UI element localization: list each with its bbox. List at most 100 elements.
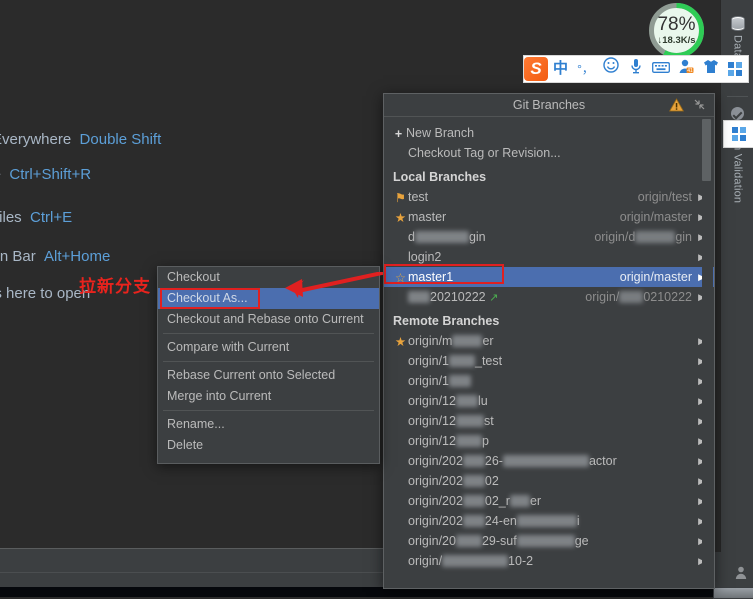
voice-input-icon[interactable]: [623, 56, 648, 82]
star-filled-icon: ★: [394, 335, 407, 349]
tracked-branch: origin/0210222: [585, 290, 692, 304]
user-account-icon: 41: [679, 59, 693, 74]
svg-text:41: 41: [687, 68, 693, 74]
tip-shortcut: Ctrl+E: [30, 209, 73, 226]
redaction-mask: [462, 475, 485, 487]
editor-tip-drop-files: es here to open: [0, 285, 90, 302]
git-branches-list: + New Branch Checkout Tag or Revision... …: [384, 117, 714, 587]
branch-name: origin/1: [408, 371, 471, 391]
popup-scrollbar-thumb[interactable]: [702, 119, 711, 181]
editor-tip-recent-files: Files Ctrl+E: [0, 209, 72, 226]
menu-separator: [163, 333, 374, 334]
branch-name: master: [408, 210, 447, 224]
redaction-mask: [635, 231, 676, 243]
branch-name: origin/202 02_r er: [408, 494, 542, 508]
remote-branch-row[interactable]: origin/20202 ▶: [384, 471, 714, 491]
remote-branch-row[interactable]: origin/20224-eni ▶: [384, 511, 714, 531]
branch-name: 20210222 ↗: [408, 287, 498, 308]
user-icon[interactable]: 41: [673, 56, 698, 82]
checkout-as-highlight-box: [160, 288, 260, 309]
grid-squares-icon: [728, 62, 743, 77]
punctuation-icon[interactable]: °，: [573, 56, 598, 82]
skin-icon[interactable]: [698, 56, 723, 82]
chinese-annotation-text: 拉新分支: [79, 277, 151, 297]
section-label: Local Branches: [393, 170, 487, 184]
redaction-mask: [455, 435, 482, 447]
sogou-ime-toolbar: S 中 °， 41: [523, 55, 749, 83]
menu-item-label: Checkout: [167, 270, 220, 284]
branch-name: origin/10-2: [408, 554, 534, 568]
plus-icon: +: [394, 127, 403, 141]
arrow-up-icon: ↗: [489, 292, 499, 304]
remote-branch-row[interactable]: origin/20202_rer ▶: [384, 491, 714, 511]
keyboard-icon[interactable]: [648, 56, 673, 82]
menu-item-label: Compare with Current: [167, 340, 290, 354]
menu-item-merge-into-current[interactable]: Merge into Current: [158, 386, 379, 407]
redaction-mask: [516, 515, 577, 527]
logo-letter: S: [530, 59, 542, 78]
network-speed-badge[interactable]: 78% ↓18.3K/s: [648, 2, 705, 59]
emoji-icon[interactable]: [598, 56, 623, 82]
redaction-mask: [462, 495, 485, 507]
tip-text: tion Bar: [0, 248, 36, 265]
remote-branch-row[interactable]: origin/10-2 ▶: [384, 551, 714, 571]
popup-title: Git Branches: [512, 98, 586, 112]
remote-branch-row[interactable]: origin/2029-sufge ▶: [384, 531, 714, 551]
remote-branch-row[interactable]: origin/12p ▶: [384, 431, 714, 451]
percent-value: 78%: [657, 14, 696, 35]
person-icon: [735, 566, 747, 579]
microphone-icon: [630, 59, 641, 74]
redaction-mask: [452, 335, 483, 347]
menu-item-rebase-current-onto-selected[interactable]: Rebase Current onto Selected: [158, 365, 379, 386]
menu-item-compare-with-current[interactable]: Compare with Current: [158, 337, 379, 358]
new-branch-action[interactable]: + New Branch: [384, 123, 714, 143]
database-icon: [730, 16, 745, 31]
redaction-mask: [516, 535, 575, 547]
action-label: New Branch: [406, 126, 475, 140]
popup-scrollbar-track[interactable]: [702, 117, 713, 587]
branch-name: origin/202 24-en i: [408, 514, 580, 528]
redaction-mask: [442, 555, 509, 567]
menu-separator: [163, 361, 374, 362]
warning-triangle-icon[interactable]: [669, 98, 684, 112]
red-arrow-annotation: [285, 272, 383, 298]
branch-name: origin/m er: [408, 334, 494, 348]
tracked-branch: origin/master: [619, 270, 692, 284]
remote-branch-row[interactable]: origin/1 ▶: [384, 371, 714, 391]
redaction-mask: [462, 515, 485, 527]
menu-item-rename[interactable]: Rename...: [158, 414, 379, 435]
tip-text: Everywhere: [0, 131, 72, 148]
remote-branch-row[interactable]: origin/1_test ▶: [384, 351, 714, 371]
remote-branch-row[interactable]: ★origin/mer ▶: [384, 331, 714, 351]
checkout-tag-or-revision-action[interactable]: Checkout Tag or Revision...: [384, 143, 714, 163]
download-rate: ↓18.3K/s: [657, 35, 696, 46]
redaction-mask: [462, 455, 485, 467]
branch-row-master[interactable]: ★master origin/master ▶: [384, 207, 714, 227]
branch-name: origin/12 p: [408, 434, 489, 448]
branch-row-masked-login[interactable]: dgin origin/dgin ▶: [384, 227, 714, 247]
ime-toolbox-popup[interactable]: [723, 120, 753, 148]
menu-item-label: Checkout and Rebase onto Current: [167, 312, 364, 326]
chinese-mode-icon[interactable]: 中: [548, 56, 573, 82]
taskbar-show-desktop[interactable]: [713, 587, 753, 599]
git-branches-title-bar: Git Branches: [384, 94, 714, 116]
branch-row-masked-20210222[interactable]: 20210222 ↗ origin/0210222 ▶: [384, 287, 714, 307]
tracked-branch: origin/master: [619, 210, 692, 224]
remote-branch-row[interactable]: origin/12st ▶: [384, 411, 714, 431]
branch-row-test[interactable]: ⚑test origin/test ▶: [384, 187, 714, 207]
remote-branch-row[interactable]: origin/12lu ▶: [384, 391, 714, 411]
menu-item-delete[interactable]: Delete: [158, 435, 379, 456]
toolbox-grid-icon[interactable]: [723, 56, 748, 82]
tip-shortcut: Ctrl+Shift+R: [9, 166, 92, 183]
editor-tip-search-everywhere: Everywhere Double Shift: [0, 131, 161, 148]
collapse-icon[interactable]: [693, 98, 706, 111]
menu-separator: [163, 410, 374, 411]
redaction-mask: [449, 375, 471, 387]
right-tool-strip: Data Bean Validation: [720, 0, 753, 587]
remote-branch-row[interactable]: origin/20226-actor ▶: [384, 451, 714, 471]
tip-shortcut: Double Shift: [79, 131, 162, 148]
action-label: Checkout Tag or Revision...: [408, 146, 561, 160]
sogou-logo-icon[interactable]: S: [524, 57, 548, 81]
tip-text: ile: [0, 166, 1, 183]
menu-item-checkout-and-rebase[interactable]: Checkout and Rebase onto Current: [158, 309, 379, 330]
